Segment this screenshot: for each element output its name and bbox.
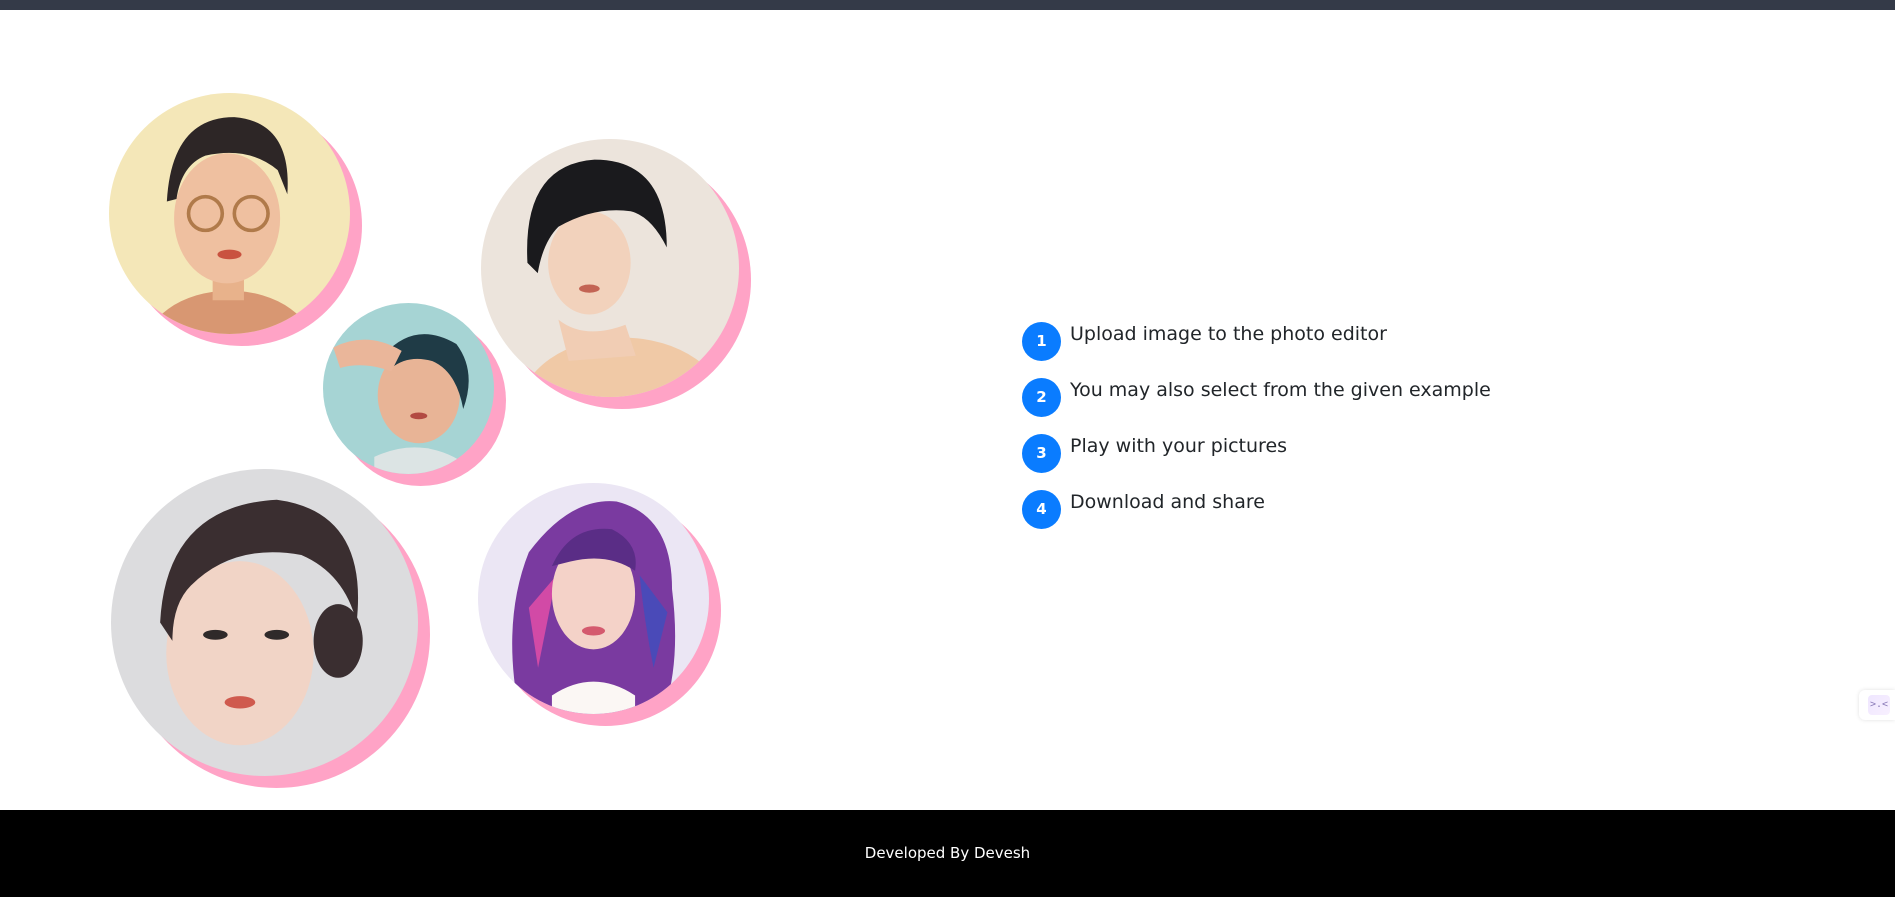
step-text: Upload image to the photo editor: [1070, 323, 1387, 345]
portrait-image: [323, 303, 494, 474]
step-item: 4 Download and share: [1022, 488, 1622, 529]
portrait-teal-background[interactable]: [323, 303, 506, 486]
step-number-badge: 4: [1022, 490, 1061, 529]
step-text: You may also select from the given examp…: [1070, 379, 1491, 401]
step-item: 1 Upload image to the photo editor: [1022, 320, 1622, 361]
step-number-badge: 2: [1022, 378, 1061, 417]
footer-credit: Developed By Devesh: [864, 844, 1031, 862]
step-number-badge: 1: [1022, 322, 1061, 361]
top-bar: [0, 0, 1895, 10]
steps-list: 1 Upload image to the photo editor 2 You…: [1022, 320, 1622, 544]
step-text: Download and share: [1070, 491, 1265, 513]
portrait-black-bob[interactable]: [481, 139, 751, 409]
step-text: Play with your pictures: [1070, 435, 1288, 457]
step-number-badge: 3: [1022, 434, 1061, 473]
footer: Developed By Devesh: [0, 810, 1895, 897]
chat-widget-icon: >.<: [1868, 695, 1890, 715]
chat-widget-button[interactable]: >.<: [1859, 690, 1895, 720]
portrait-updo-hair[interactable]: [111, 469, 430, 788]
portrait-image: [111, 469, 418, 776]
portrait-image: [109, 93, 350, 334]
portrait-glasses-short-hair[interactable]: [109, 93, 362, 346]
portrait-image: [481, 139, 739, 397]
step-item: 3 Play with your pictures: [1022, 432, 1622, 473]
portrait-purple-hair[interactable]: [478, 483, 721, 726]
step-item: 2 You may also select from the given exa…: [1022, 376, 1622, 417]
portrait-image: [478, 483, 709, 714]
